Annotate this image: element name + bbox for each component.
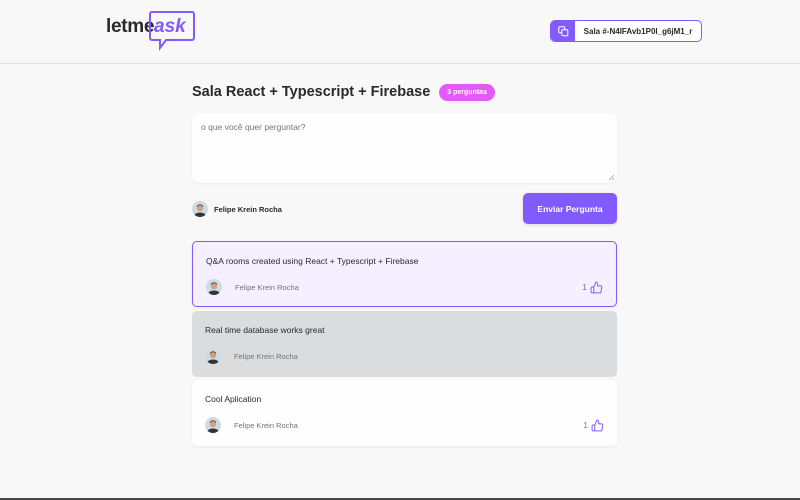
question-form	[192, 113, 617, 183]
question-author: Felipe Krein Rocha	[205, 417, 298, 433]
question-author-name: Felipe Krein Rocha	[234, 351, 298, 361]
room-title-row: Sala React + Typescript + Firebase 3 per…	[192, 82, 617, 102]
top-header: letme ask Sala #-N4IFAvb1P0l_g6jM1_r	[0, 0, 800, 64]
avatar	[206, 279, 222, 295]
question-card: Cool Aplication Felipe Krein Rocha 1	[192, 380, 617, 446]
question-author-name: Felipe Krein Rocha	[235, 282, 299, 292]
question-author-name: Felipe Krein Rocha	[234, 420, 298, 430]
like-button[interactable]: 1	[583, 418, 604, 432]
like-icon	[590, 281, 603, 293]
question-content: Q&A rooms created using React + Typescri…	[206, 256, 419, 266]
logo-text: letme	[106, 16, 155, 37]
question-content: Real time database works great	[205, 325, 325, 335]
avatar	[192, 201, 208, 217]
question-author: Felipe Krein Rocha	[205, 348, 298, 364]
room-code-button[interactable]: Sala #-N4IFAvb1P0l_g6jM1_r	[550, 20, 702, 42]
question-count-badge: 3 perguntas	[439, 83, 495, 101]
resize-grip-icon[interactable]	[608, 174, 615, 181]
question-card: Q&A rooms created using React + Typescri…	[192, 241, 617, 307]
like-count: 1	[582, 282, 587, 292]
avatar	[205, 417, 221, 433]
current-user: Felipe Krein Rocha	[192, 201, 282, 217]
logo-accent: ask	[154, 16, 186, 37]
send-question-button[interactable]: Enviar Pergunta	[523, 193, 617, 224]
question-author: Felipe Krein Rocha	[206, 279, 299, 295]
room-code-label: Sala #-N4IFAvb1P0l_g6jM1_r	[583, 26, 693, 36]
like-button[interactable]: 1	[582, 280, 603, 294]
like-icon	[591, 419, 604, 431]
question-content: Cool Aplication	[205, 394, 262, 404]
current-user-name: Felipe Krein Rocha	[214, 204, 282, 214]
question-card: Real time database works great Felipe Kr…	[192, 311, 617, 377]
copy-icon[interactable]	[551, 21, 575, 41]
avatar	[205, 348, 221, 364]
like-count: 1	[583, 420, 588, 430]
page-title: Sala React + Typescript + Firebase	[192, 84, 431, 100]
question-input[interactable]	[192, 113, 617, 183]
